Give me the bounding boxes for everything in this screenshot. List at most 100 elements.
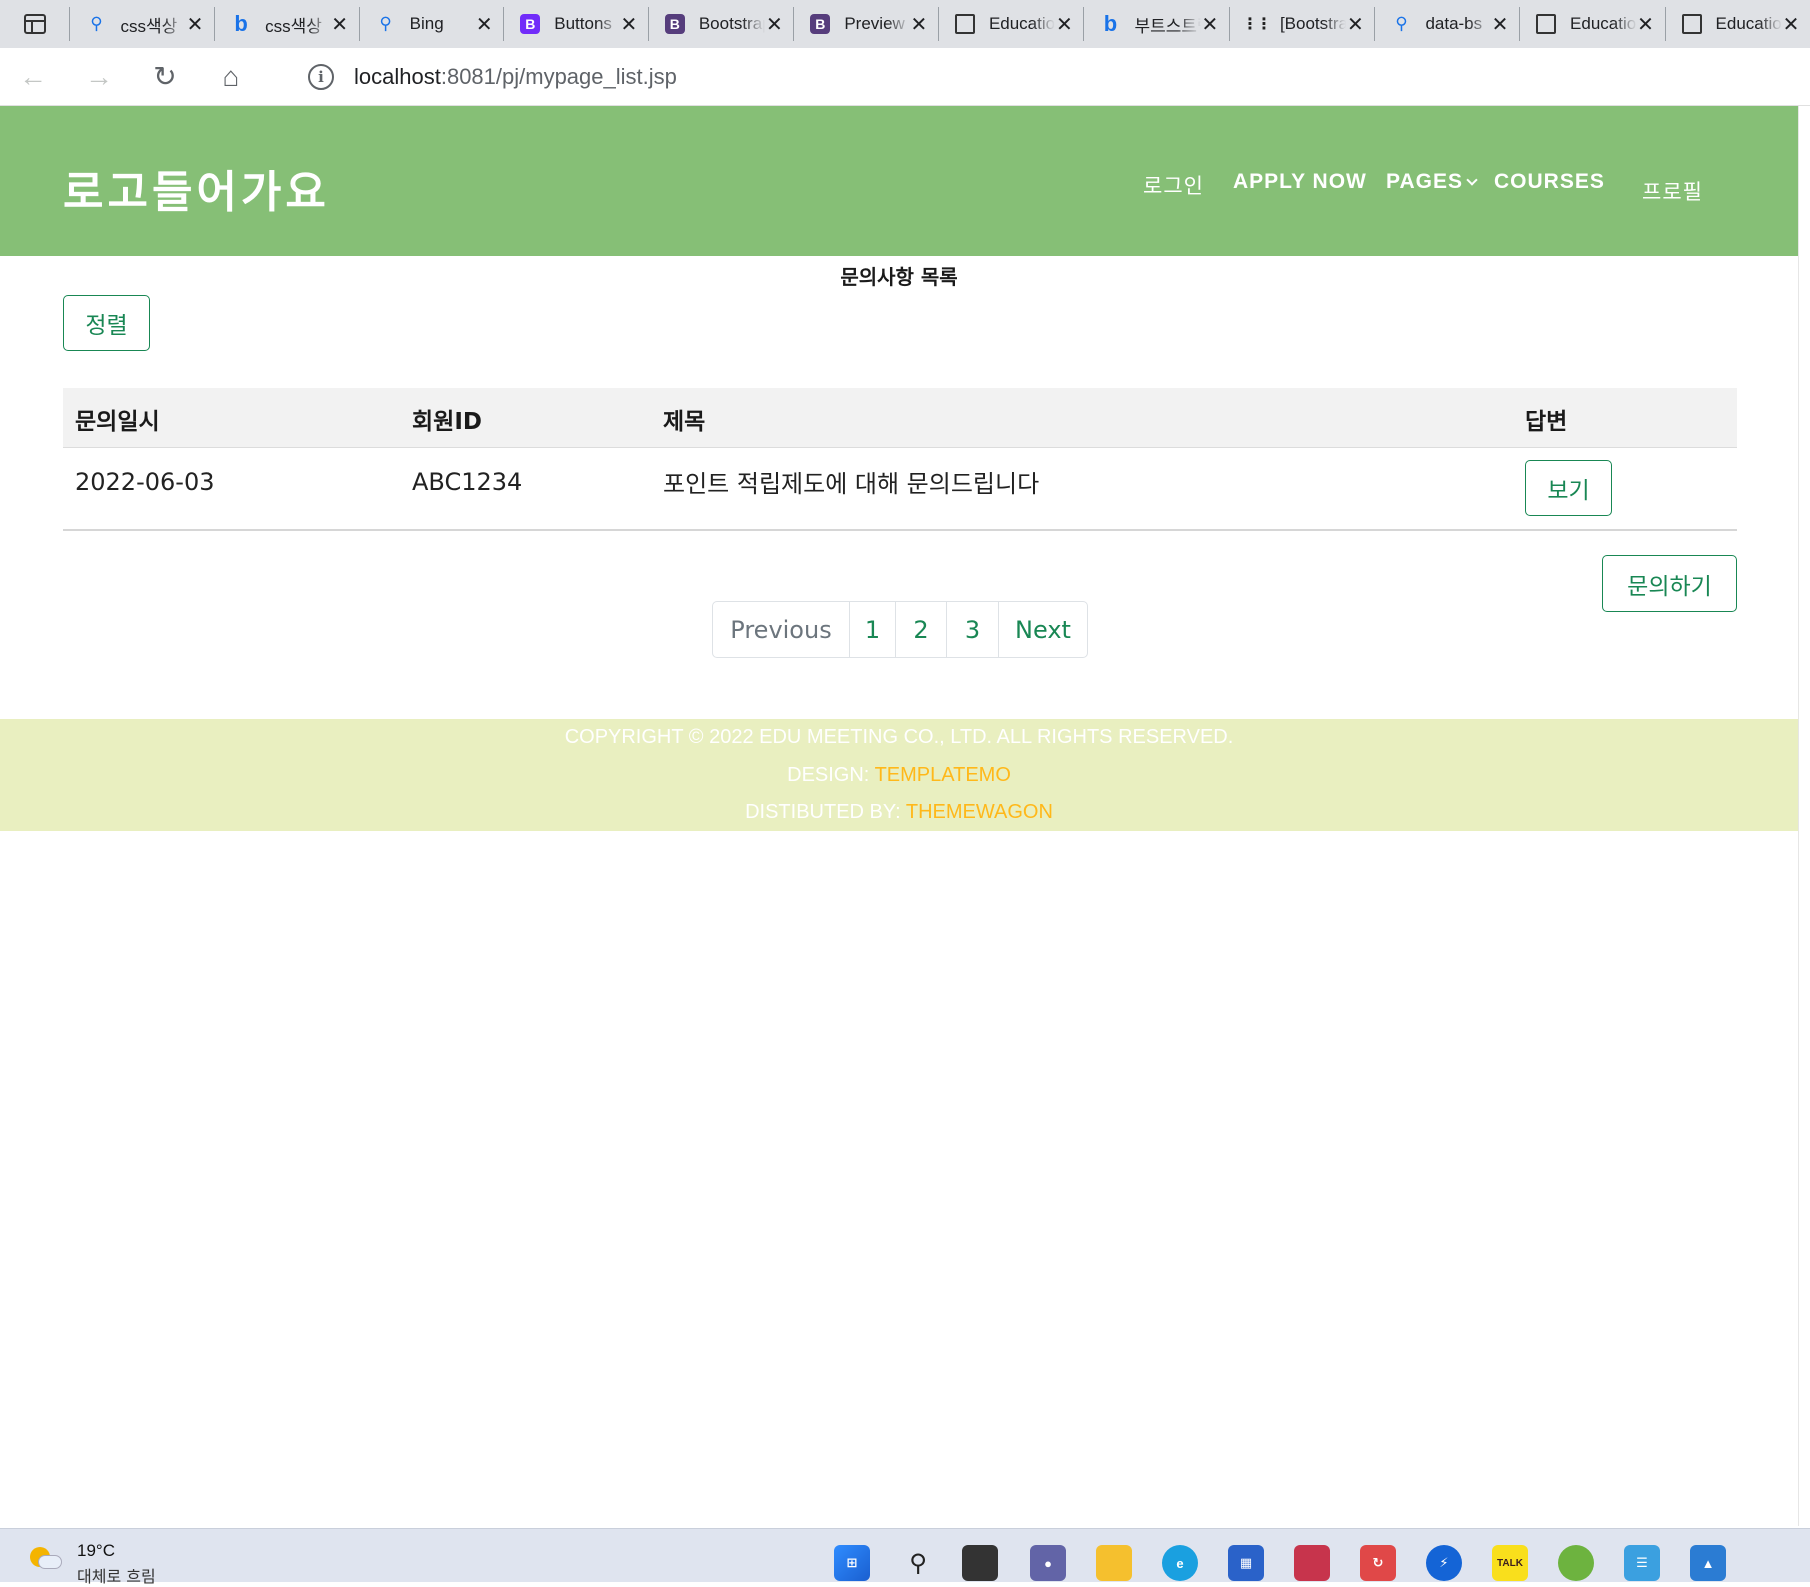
tab-title: data-bs xyxy=(1425,14,1483,33)
cell-subject[interactable]: 포인트 적립제도에 대해 문의드립니다 xyxy=(663,464,1039,499)
close-icon[interactable]: ✕ xyxy=(1782,12,1800,37)
close-icon[interactable]: ✕ xyxy=(620,12,638,37)
url-path: :8081/pj/mypage_list.jsp xyxy=(440,64,677,89)
footer-design-link[interactable]: TEMPLATEMO xyxy=(875,764,1011,786)
info-icon[interactable]: i xyxy=(308,64,334,90)
tab-title: css색상 xyxy=(120,16,178,36)
browser-tab[interactable]: ⚲ css색상 ✕ xyxy=(69,7,214,41)
edge-browser-icon[interactable]: e xyxy=(1162,1545,1198,1581)
url-text: localhost:8081/pj/mypage_list.jsp xyxy=(354,64,677,90)
page-2[interactable]: 2 xyxy=(895,602,946,657)
address-bar[interactable]: i localhost:8081/pj/mypage_list.jsp xyxy=(282,52,1810,102)
tab-title: Bootstrap xyxy=(698,14,766,33)
close-icon[interactable]: ✕ xyxy=(910,12,928,37)
store-icon[interactable]: ▦ xyxy=(1228,1545,1264,1581)
browser-toolbar: ← → ↻ ⌂ i localhost:8081/pj/mypage_list.… xyxy=(0,48,1810,106)
tab-title: css색상 xyxy=(265,16,322,36)
tab-title: Buttons xyxy=(554,14,612,33)
close-icon[interactable]: ✕ xyxy=(1491,12,1509,37)
search-icon: ⚲ xyxy=(90,14,103,33)
tab-title: Preview xyxy=(844,14,905,33)
close-icon[interactable]: ✕ xyxy=(331,12,349,37)
site-header: 로고들어가요 로그인 APPLY NOW PAGES COURSES 프로필 xyxy=(0,106,1798,256)
page-3[interactable]: 3 xyxy=(946,602,998,657)
back-arrow-icon[interactable]: ← xyxy=(0,48,66,106)
footer-dist-link[interactable]: THEMEWAGON xyxy=(906,801,1053,823)
chat-icon[interactable]: ● xyxy=(1030,1545,1066,1581)
file-explorer-icon[interactable] xyxy=(1096,1545,1132,1581)
page-next[interactable]: Next xyxy=(998,602,1087,657)
app-icon[interactable] xyxy=(1294,1545,1330,1581)
close-icon[interactable]: ✕ xyxy=(1201,12,1219,37)
tab-title: Bing xyxy=(409,14,444,33)
nav-profile[interactable]: 프로필 xyxy=(1642,176,1703,206)
kakaotalk-icon[interactable]: TALK xyxy=(1492,1545,1528,1581)
browser-tab[interactable]: b css색상 ✕ xyxy=(214,7,359,41)
site-logo[interactable]: 로고들어가요 xyxy=(63,156,330,220)
nav-courses[interactable]: COURSES xyxy=(1494,170,1605,194)
photos-icon[interactable]: ▲ xyxy=(1690,1545,1726,1581)
close-icon[interactable]: ✕ xyxy=(1346,12,1364,37)
browser-tab[interactable]: ⚲ data-bs ✕ xyxy=(1374,7,1519,41)
close-icon[interactable]: ✕ xyxy=(1055,12,1073,37)
browser-tab[interactable]: Education ✕ xyxy=(1519,7,1665,41)
page-title: 문의사항 목록 xyxy=(840,265,958,289)
ask-question-button[interactable]: 문의하기 xyxy=(1602,555,1737,612)
tab-title: [Bootstrap xyxy=(1279,14,1347,33)
footer-design: DESIGN: TEMPLATEMO xyxy=(0,764,1798,787)
close-icon[interactable]: ✕ xyxy=(475,12,493,37)
close-icon[interactable]: ✕ xyxy=(186,12,204,37)
inquiry-table: 문의일시 회원ID 제목 답변 2022-06-03 ABC1234 포인트 적… xyxy=(63,388,1737,531)
sort-button[interactable]: 정렬 xyxy=(63,295,150,351)
page-1[interactable]: 1 xyxy=(849,602,895,657)
close-icon[interactable]: ✕ xyxy=(1637,12,1655,37)
cell-member-id: ABC1234 xyxy=(412,468,523,496)
cell-date: 2022-06-03 xyxy=(75,468,215,496)
browser-tab[interactable]: b 부트스트랩 ✕ xyxy=(1083,7,1229,41)
browser-tab[interactable]: Education ✕ xyxy=(937,7,1084,41)
column-header-subject: 제목 xyxy=(663,409,706,435)
nav-login[interactable]: 로그인 xyxy=(1143,170,1204,200)
reload-icon[interactable]: ↻ xyxy=(132,48,198,106)
search-icon[interactable]: ⚲ xyxy=(900,1545,936,1581)
spring-icon[interactable] xyxy=(1558,1545,1594,1581)
bootstrap-icon: B xyxy=(810,14,831,34)
close-icon[interactable]: ✕ xyxy=(765,12,783,37)
browser-tab[interactable]: B Bootstrap ✕ xyxy=(647,7,794,41)
footer-design-label: DESIGN: xyxy=(787,764,875,786)
weather-icon[interactable] xyxy=(28,1543,62,1571)
browser-tab[interactable]: B Preview ✕ xyxy=(793,7,938,41)
table-row: 2022-06-03 ABC1234 포인트 적립제도에 대해 문의드립니다 보… xyxy=(63,448,1737,531)
page-icon xyxy=(954,14,975,34)
page-icon xyxy=(1681,14,1702,34)
forward-arrow-icon[interactable]: → xyxy=(66,48,132,106)
weather-temperature[interactable]: 19°C xyxy=(77,1541,115,1561)
home-icon[interactable]: ⌂ xyxy=(198,48,264,106)
view-answer-button[interactable]: 보기 xyxy=(1525,460,1612,516)
nav-pages[interactable]: PAGES xyxy=(1386,170,1478,194)
page-icon xyxy=(1536,14,1557,34)
notepad-icon[interactable]: ☰ xyxy=(1624,1545,1660,1581)
app-icon[interactable]: ⚡ xyxy=(1426,1545,1462,1581)
site-footer: COPYRIGHT © 2022 EDU MEETING CO., LTD. A… xyxy=(0,719,1798,831)
column-header-date: 문의일시 xyxy=(75,409,160,435)
bing-icon: b xyxy=(234,11,248,36)
tab-title: Education xyxy=(1570,14,1637,33)
tab-title: Education xyxy=(1715,14,1783,33)
task-view-icon[interactable] xyxy=(962,1545,998,1581)
weather-description: 대체로 흐림 xyxy=(77,1567,156,1586)
pagination: Previous 1 2 3 Next xyxy=(712,601,1088,658)
browser-tab[interactable]: Education ✕ xyxy=(1664,7,1810,41)
browser-tab[interactable]: ⚲ Bing ✕ xyxy=(358,7,504,41)
footer-distributed: DISTIBUTED BY: THEMEWAGON xyxy=(0,801,1798,824)
nav-apply-now[interactable]: APPLY NOW xyxy=(1233,170,1367,194)
search-icon: ⚲ xyxy=(1395,14,1408,33)
sync-icon[interactable]: ↻ xyxy=(1360,1545,1396,1581)
browser-tab[interactable]: B Buttons ✕ xyxy=(503,7,648,41)
page-scrollbar[interactable] xyxy=(1798,106,1810,1526)
tab-actions-icon[interactable] xyxy=(0,0,69,48)
browser-tab-strip: ⚲ css색상 ✕ b css색상 ✕ ⚲ Bing ✕ B Buttons ✕… xyxy=(0,0,1810,48)
page-previous[interactable]: Previous xyxy=(713,602,849,657)
browser-tab[interactable]: ⋮⋮ [Bootstrap ✕ xyxy=(1228,7,1375,41)
windows-start-icon[interactable]: ⊞ xyxy=(834,1545,870,1581)
